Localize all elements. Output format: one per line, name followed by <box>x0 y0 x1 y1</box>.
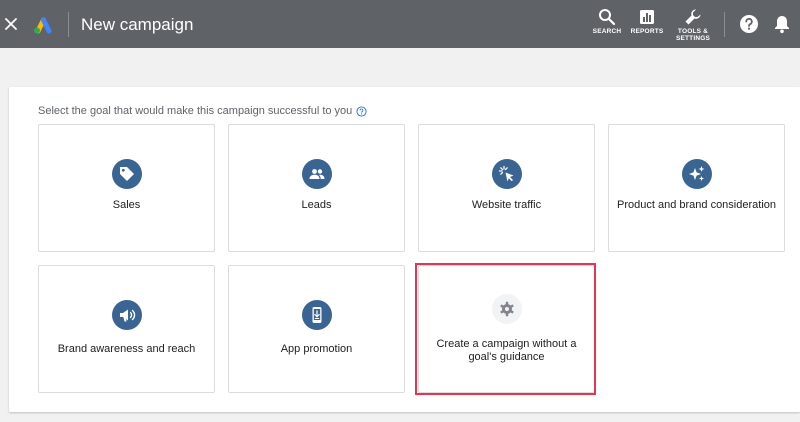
goal-card-sales[interactable]: Sales <box>38 124 215 252</box>
goal-prompt: Select the goal that would make this cam… <box>38 105 367 117</box>
goal-label: Website traffic <box>471 199 542 211</box>
reports-label: REPORTS <box>630 28 664 35</box>
header-divider <box>724 12 725 37</box>
cursor-click-icon <box>498 165 513 182</box>
sparkle-icon <box>688 166 704 181</box>
goal-label: Product and brand consideration <box>617 199 776 211</box>
goal-label: Sales <box>112 199 141 211</box>
reports-icon <box>640 10 654 24</box>
goal-card-leads[interactable]: Leads <box>228 124 405 252</box>
goal-card-product-brand-consideration[interactable]: Product and brand consideration <box>608 124 785 252</box>
goal-icon-circle <box>301 300 332 330</box>
goal-card-app-promotion[interactable]: App promotion <box>228 265 405 393</box>
reports-button[interactable]: REPORTS <box>631 8 663 35</box>
goal-card-website-traffic[interactable]: Website traffic <box>418 124 595 252</box>
tag-icon <box>119 167 134 181</box>
top-bar: New campaign SEARCH REPORTS TOOLS & SETT… <box>0 0 800 48</box>
search-label: SEARCH <box>592 28 622 35</box>
google-ads-logo-icon <box>34 17 52 34</box>
goal-label: Leads <box>301 199 332 211</box>
help-circle-icon[interactable] <box>356 105 367 117</box>
close-icon <box>5 18 17 30</box>
bell-icon <box>775 16 789 34</box>
goal-label: App promotion <box>280 343 353 355</box>
help-icon <box>740 15 758 33</box>
goal-card-brand-awareness-reach[interactable]: Brand awareness and reach <box>38 265 215 393</box>
goal-icon-circle <box>111 300 142 330</box>
tools-settings-button[interactable]: TOOLS & SETTINGS <box>675 8 711 42</box>
close-button[interactable] <box>0 9 22 39</box>
page-title: New campaign <box>81 15 194 34</box>
people-icon <box>309 169 324 179</box>
goal-icon-circle <box>491 159 522 189</box>
phone-download-icon <box>312 307 321 323</box>
tools-settings-label: TOOLS & SETTINGS <box>675 28 711 42</box>
goal-icon-circle <box>301 159 332 189</box>
goal-icon-circle <box>111 159 142 189</box>
megaphone-icon <box>119 309 135 322</box>
header-divider <box>68 12 69 37</box>
search-button[interactable]: SEARCH <box>592 8 622 35</box>
goal-prompt-text: Select the goal that would make this cam… <box>38 105 353 117</box>
highlight-box <box>415 263 596 395</box>
help-button[interactable] <box>738 13 760 35</box>
notifications-button[interactable] <box>771 13 793 35</box>
goal-icon-circle <box>681 159 712 189</box>
wrench-icon <box>685 9 701 25</box>
goal-label: Brand awareness and reach <box>57 343 196 355</box>
search-icon <box>599 9 616 26</box>
